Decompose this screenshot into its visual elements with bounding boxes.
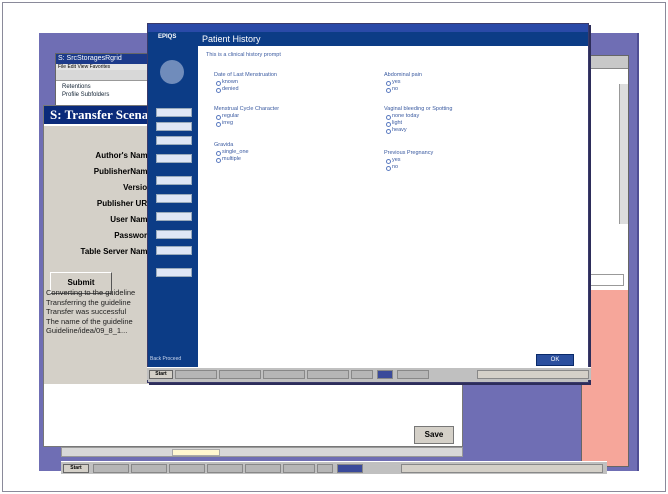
field-label: PublisherName bbox=[93, 167, 152, 176]
task-button[interactable] bbox=[317, 464, 333, 473]
field-publisher-name: PublisherName bbox=[52, 164, 156, 179]
radio-option[interactable]: heavy bbox=[384, 127, 452, 134]
nav-button[interactable] bbox=[156, 230, 192, 239]
text-field[interactable] bbox=[586, 274, 624, 286]
log-line: Converting to the guideline bbox=[46, 288, 136, 297]
field-user-name: User Name bbox=[52, 212, 156, 227]
group-header: Vaginal bleeding or Spotting bbox=[384, 106, 453, 112]
system-tray bbox=[477, 370, 589, 379]
explorer-toolbar bbox=[56, 70, 156, 81]
system-tray bbox=[401, 464, 603, 473]
nav-button[interactable] bbox=[156, 268, 192, 277]
dialog-content: This is a clinical history prompt Date o… bbox=[204, 50, 584, 350]
field-label: Publisher URL bbox=[96, 199, 152, 208]
radio-option[interactable]: irreg bbox=[214, 120, 279, 127]
dialog-sidebar: Back Proceed bbox=[148, 46, 198, 368]
option-group: Menstrual Cycle Character regular irreg bbox=[214, 106, 279, 127]
taskbar: Start bbox=[147, 367, 591, 380]
nav-button[interactable] bbox=[156, 154, 192, 163]
group-header: Gravida bbox=[214, 142, 234, 148]
log-line: The name of the guideline bbox=[46, 316, 133, 326]
intro-text: This is a clinical history prompt bbox=[206, 52, 281, 58]
task-button[interactable] bbox=[337, 464, 363, 473]
start-button[interactable]: Start bbox=[63, 464, 89, 473]
task-button[interactable] bbox=[207, 464, 243, 473]
option-group: Previous Pregnancy yes no bbox=[384, 150, 433, 171]
nav-button[interactable] bbox=[156, 212, 192, 221]
option-group: Date of Last Menstruation known denied bbox=[214, 72, 277, 93]
option-group: Abdominal pain yes no bbox=[384, 72, 422, 93]
nav-button[interactable] bbox=[156, 246, 192, 255]
slide-frame: S: SrcStoragesRgrid File Edit View Favor… bbox=[2, 2, 666, 492]
task-button[interactable] bbox=[245, 464, 281, 473]
radio-option[interactable]: single_one bbox=[214, 149, 249, 156]
brand-label: EPIQS bbox=[158, 34, 177, 40]
field-label: User Name bbox=[110, 215, 152, 224]
tree-item[interactable]: Profile Subfolders bbox=[62, 91, 150, 99]
field-publisher-url: Publisher URL bbox=[52, 196, 156, 211]
ok-button[interactable]: OK bbox=[536, 354, 574, 366]
field-version: Version bbox=[52, 180, 156, 195]
sidebar-footer: Back Proceed bbox=[150, 356, 182, 362]
tree-item[interactable]: Retentions bbox=[62, 83, 150, 91]
nav-button[interactable] bbox=[156, 108, 192, 117]
radio-option[interactable]: light bbox=[384, 120, 452, 127]
log-line: Guideline/idea/09_8_1... bbox=[46, 326, 128, 335]
group-header: Previous Pregnancy bbox=[384, 150, 434, 156]
radio-option[interactable]: no bbox=[384, 164, 433, 171]
task-button[interactable] bbox=[377, 370, 393, 379]
radio-option[interactable]: no bbox=[384, 86, 422, 93]
field-label: Table Server Name bbox=[80, 247, 152, 256]
option-group: Gravida single_one multiple bbox=[214, 142, 249, 163]
start-button[interactable]: Start bbox=[149, 370, 173, 379]
task-button[interactable] bbox=[93, 464, 129, 473]
radio-option[interactable]: denied bbox=[214, 86, 277, 93]
transfer-log: Converting to the guideline Transferring… bbox=[46, 288, 156, 336]
task-button[interactable] bbox=[131, 464, 167, 473]
radio-option[interactable]: yes bbox=[384, 79, 422, 86]
task-button[interactable] bbox=[219, 370, 261, 379]
field-table-server-name: Table Server Name bbox=[52, 244, 156, 259]
dialog-title: Patient History bbox=[202, 34, 261, 44]
explorer-title: S: SrcStoragesRgrid bbox=[56, 54, 156, 64]
radio-option[interactable]: yes bbox=[384, 157, 433, 164]
radio-option[interactable]: none today bbox=[384, 113, 452, 120]
option-group: Vaginal bleeding or Spotting none today … bbox=[384, 106, 452, 134]
radio-option[interactable]: multiple bbox=[214, 156, 249, 163]
title-bar bbox=[148, 24, 588, 32]
save-button[interactable]: Save bbox=[414, 426, 454, 444]
form-panel: Author's Name PublisherName Version Publ… bbox=[44, 126, 156, 384]
dialog-header: EPIQS Patient History bbox=[148, 32, 588, 46]
field-label: Author's Name bbox=[95, 151, 152, 160]
nav-button[interactable] bbox=[156, 122, 192, 131]
taskbar: Start bbox=[61, 461, 607, 474]
task-button[interactable] bbox=[351, 370, 373, 379]
group-header: Abdominal pain bbox=[384, 72, 422, 78]
log-line: Transferring the guideline bbox=[46, 297, 131, 307]
nav-button[interactable] bbox=[156, 176, 192, 185]
task-button[interactable] bbox=[307, 370, 349, 379]
scrollbar-thumb[interactable] bbox=[172, 449, 220, 456]
log-line: Transfer was successful bbox=[46, 307, 127, 316]
field-authors-name: Author's Name bbox=[52, 148, 156, 163]
group-header: Date of Last Menstruation bbox=[214, 72, 277, 78]
nav-button[interactable] bbox=[156, 194, 192, 203]
task-button[interactable] bbox=[263, 370, 305, 379]
group-header: Menstrual Cycle Character bbox=[214, 106, 280, 112]
nav-button[interactable] bbox=[156, 136, 192, 145]
explorer-tree: Retentions Profile Subfolders bbox=[56, 81, 156, 101]
scrollbar[interactable] bbox=[619, 84, 628, 224]
radio-option[interactable]: known bbox=[214, 79, 277, 86]
radio-option[interactable]: regular bbox=[214, 113, 279, 120]
task-button[interactable] bbox=[397, 370, 429, 379]
field-password: Password bbox=[52, 228, 156, 243]
task-button[interactable] bbox=[169, 464, 205, 473]
task-button[interactable] bbox=[283, 464, 315, 473]
logo-icon bbox=[160, 60, 184, 84]
task-button[interactable] bbox=[175, 370, 217, 379]
patient-history-dialog: EPIQS Patient History Back Proceed This … bbox=[147, 23, 589, 383]
horizontal-scrollbar[interactable] bbox=[61, 447, 463, 457]
